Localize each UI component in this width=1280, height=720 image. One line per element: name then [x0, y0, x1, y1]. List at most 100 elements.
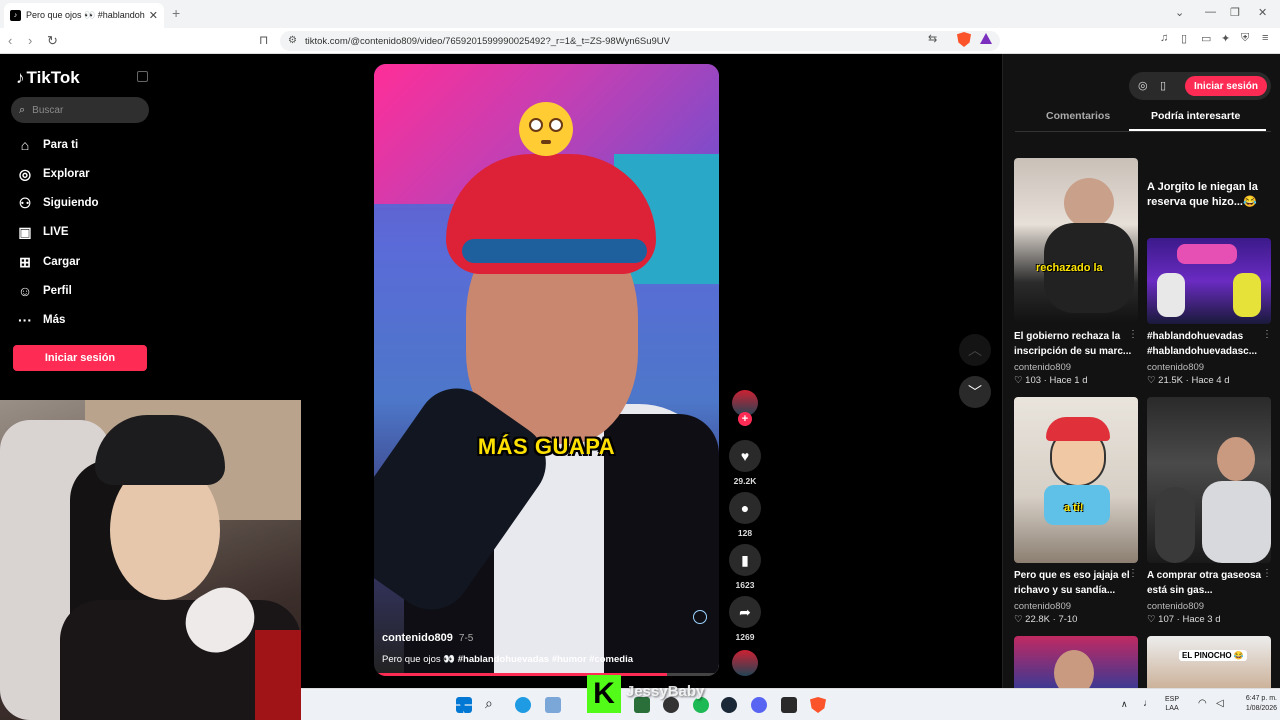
card-title[interactable]: A comprar otra gaseosa está sin gas... — [1147, 568, 1265, 598]
nav-live[interactable]: ▣ LIVE — [16, 222, 68, 242]
brave-rewards-icon[interactable] — [980, 33, 992, 44]
wifi-icon[interactable]: ◠ — [1198, 698, 1207, 709]
video-hashtags[interactable]: #hablandohuevadas #humor #comedia — [458, 654, 633, 665]
menu-icon[interactable]: ≡ — [1262, 32, 1268, 44]
steam-icon[interactable] — [721, 697, 737, 713]
video-thumbnail[interactable]: a ti! — [1014, 397, 1138, 563]
card-title[interactable]: El gobierno rechaza la inscripción de su… — [1014, 329, 1132, 359]
tab-search-icon[interactable]: ⌄ — [1175, 6, 1184, 19]
nav-para-ti[interactable]: ⌂ Para ti — [16, 135, 78, 155]
new-tab-icon[interactable]: + — [172, 5, 180, 21]
forward-icon[interactable]: › — [28, 33, 32, 48]
stream-channel-name: JessyBaby — [626, 683, 705, 700]
tab-suggested[interactable]: Podría interesarte — [1151, 110, 1240, 122]
search-input[interactable]: ⌕ Buscar — [11, 97, 149, 123]
window-close-icon[interactable]: ✕ — [1258, 6, 1267, 19]
card-author[interactable]: contenido809 — [1014, 362, 1071, 373]
url-field[interactable]: ⚙ tiktok.com/@contenido809/video/7659201… — [280, 31, 1000, 51]
music-disc-icon[interactable] — [732, 650, 758, 676]
microphone-icon[interactable]: ♩ — [1143, 698, 1153, 709]
epic-games-icon[interactable] — [781, 697, 797, 713]
video-thumbnail[interactable] — [1147, 397, 1271, 563]
header-login-button[interactable]: Iniciar sesión — [1185, 76, 1267, 96]
next-video-button[interactable]: ﹀ — [959, 376, 991, 408]
comment-icon: ● — [740, 500, 750, 516]
windows-start-icon[interactable] — [456, 697, 472, 713]
comment-button[interactable]: ● — [729, 492, 761, 524]
video-player[interactable]: MÁS GUAPA contenido809 7-5 Pero que ojos … — [374, 64, 719, 676]
clock[interactable]: 6:47 p. m. 1/08/2026 — [1225, 694, 1277, 714]
sidebar-icon[interactable]: ▯ — [1181, 32, 1187, 45]
tray-chevron-icon[interactable]: ∧ — [1121, 699, 1128, 710]
brave-icon[interactable] — [810, 697, 826, 713]
video-thumbnail[interactable] — [1014, 636, 1138, 688]
nav-siguiendo[interactable]: ⚇ Siguiendo — [16, 193, 99, 213]
more-options-icon[interactable]: ⋮ — [1262, 329, 1272, 340]
photos-icon[interactable] — [545, 697, 561, 713]
bookmark-icon[interactable]: ⊓ — [259, 33, 268, 47]
ai-icon[interactable]: ✦ — [1221, 32, 1230, 45]
language-indicator[interactable]: ESP LAA — [1165, 695, 1179, 713]
media-icon[interactable]: ♫ — [1160, 32, 1168, 44]
tiktok-favicon-icon: ♪ — [10, 10, 21, 21]
like-count: 29.2K — [733, 476, 757, 486]
share-button[interactable]: ➦ — [729, 596, 761, 628]
card-title[interactable]: Pero que es eso jajaja el richavo y su s… — [1014, 568, 1132, 598]
card-title[interactable]: #hablandohuevadas #hablandohuevadasc... — [1147, 329, 1265, 359]
more-options-icon[interactable]: ⋮ — [1128, 568, 1138, 579]
video-thumbnail[interactable] — [1147, 238, 1271, 324]
save-button[interactable]: ▮ — [729, 544, 761, 576]
sidebar-login-button[interactable]: Iniciar sesión — [13, 345, 147, 371]
card-author[interactable]: contenido809 — [1147, 362, 1204, 373]
like-button[interactable]: ♥ — [729, 440, 761, 472]
thumb-person-head — [1064, 178, 1114, 228]
search-icon[interactable]: ⌕ — [485, 695, 501, 711]
nav-explorar[interactable]: ◎ Explorar — [16, 164, 90, 184]
collapse-sidebar-icon[interactable] — [137, 71, 148, 82]
card-author[interactable]: contenido809 — [1014, 601, 1071, 612]
reload-icon[interactable]: ↻ — [47, 33, 58, 49]
more-options-icon[interactable]: ⋮ — [1262, 568, 1272, 579]
coin-icon[interactable]: ◎ — [1138, 79, 1148, 92]
nav-cargar[interactable]: ⊞ Cargar — [16, 252, 80, 272]
emoji-mouth — [541, 140, 551, 144]
thumb-person-left — [1157, 273, 1185, 317]
back-icon[interactable]: ‹ — [8, 33, 12, 48]
restore-icon[interactable]: ❐ — [1230, 6, 1240, 19]
edge-icon[interactable] — [515, 697, 531, 713]
featured-video-title[interactable]: A Jorgito le niegan la reserva que hizo.… — [1147, 180, 1279, 210]
card-when: 7-10 — [1058, 614, 1078, 625]
heart-outline-icon: ♡ — [1014, 614, 1023, 625]
more-options-icon[interactable]: ⋮ — [1128, 329, 1138, 340]
follow-plus-icon[interactable]: + — [738, 412, 752, 426]
captions-icon[interactable] — [693, 610, 707, 624]
minimize-icon[interactable]: — — [1205, 6, 1216, 18]
video-progress-bar[interactable] — [374, 673, 719, 676]
language-code: ESP — [1165, 696, 1180, 703]
video-thumbnail[interactable]: EL PINOCHO 😂 — [1147, 636, 1271, 688]
browser-tab[interactable]: ♪ Pero que ojos 👀 #hablandohue ✕ — [4, 3, 164, 28]
card-when: Hace 4 d — [1191, 375, 1230, 386]
share-icon: ➦ — [739, 603, 751, 620]
card-author[interactable]: contenido809 — [1147, 601, 1204, 612]
close-tab-icon[interactable]: ✕ — [149, 9, 158, 22]
discord-icon[interactable] — [751, 697, 767, 713]
site-info-icon[interactable]: ⚙ — [288, 35, 297, 46]
tiktok-sidebar: ♪ TikTok ⌕ Buscar ⌂ Para ti ◎ Explorar ⚇… — [0, 54, 160, 400]
nav-perfil[interactable]: ☺ Perfil — [16, 281, 72, 301]
video-author-row[interactable]: contenido809 7-5 — [382, 632, 473, 644]
volume-icon[interactable]: ◁ — [1216, 698, 1224, 709]
flushed-emoji-icon — [519, 102, 573, 156]
nav-mas[interactable]: ··· Más — [16, 310, 65, 330]
vpn-icon[interactable]: ⛨ — [1241, 32, 1249, 45]
active-tab-indicator — [1129, 129, 1266, 131]
wallet-icon[interactable]: ▭ — [1201, 32, 1211, 45]
tab-comments[interactable]: Comentarios — [1046, 110, 1110, 122]
video-author[interactable]: contenido809 — [382, 632, 453, 644]
previous-video-button[interactable]: ︿ — [959, 334, 991, 366]
phone-icon[interactable]: ▯ — [1160, 79, 1166, 92]
address-bar-row: ‹ › ↻ ⊓ ⚙ tiktok.com/@contenido809/video… — [0, 28, 1280, 54]
video-thumbnail[interactable]: rechazado la — [1014, 158, 1138, 324]
translate-icon[interactable]: ⇆ — [928, 32, 937, 45]
tiktok-logo[interactable]: ♪ TikTok — [16, 68, 80, 88]
